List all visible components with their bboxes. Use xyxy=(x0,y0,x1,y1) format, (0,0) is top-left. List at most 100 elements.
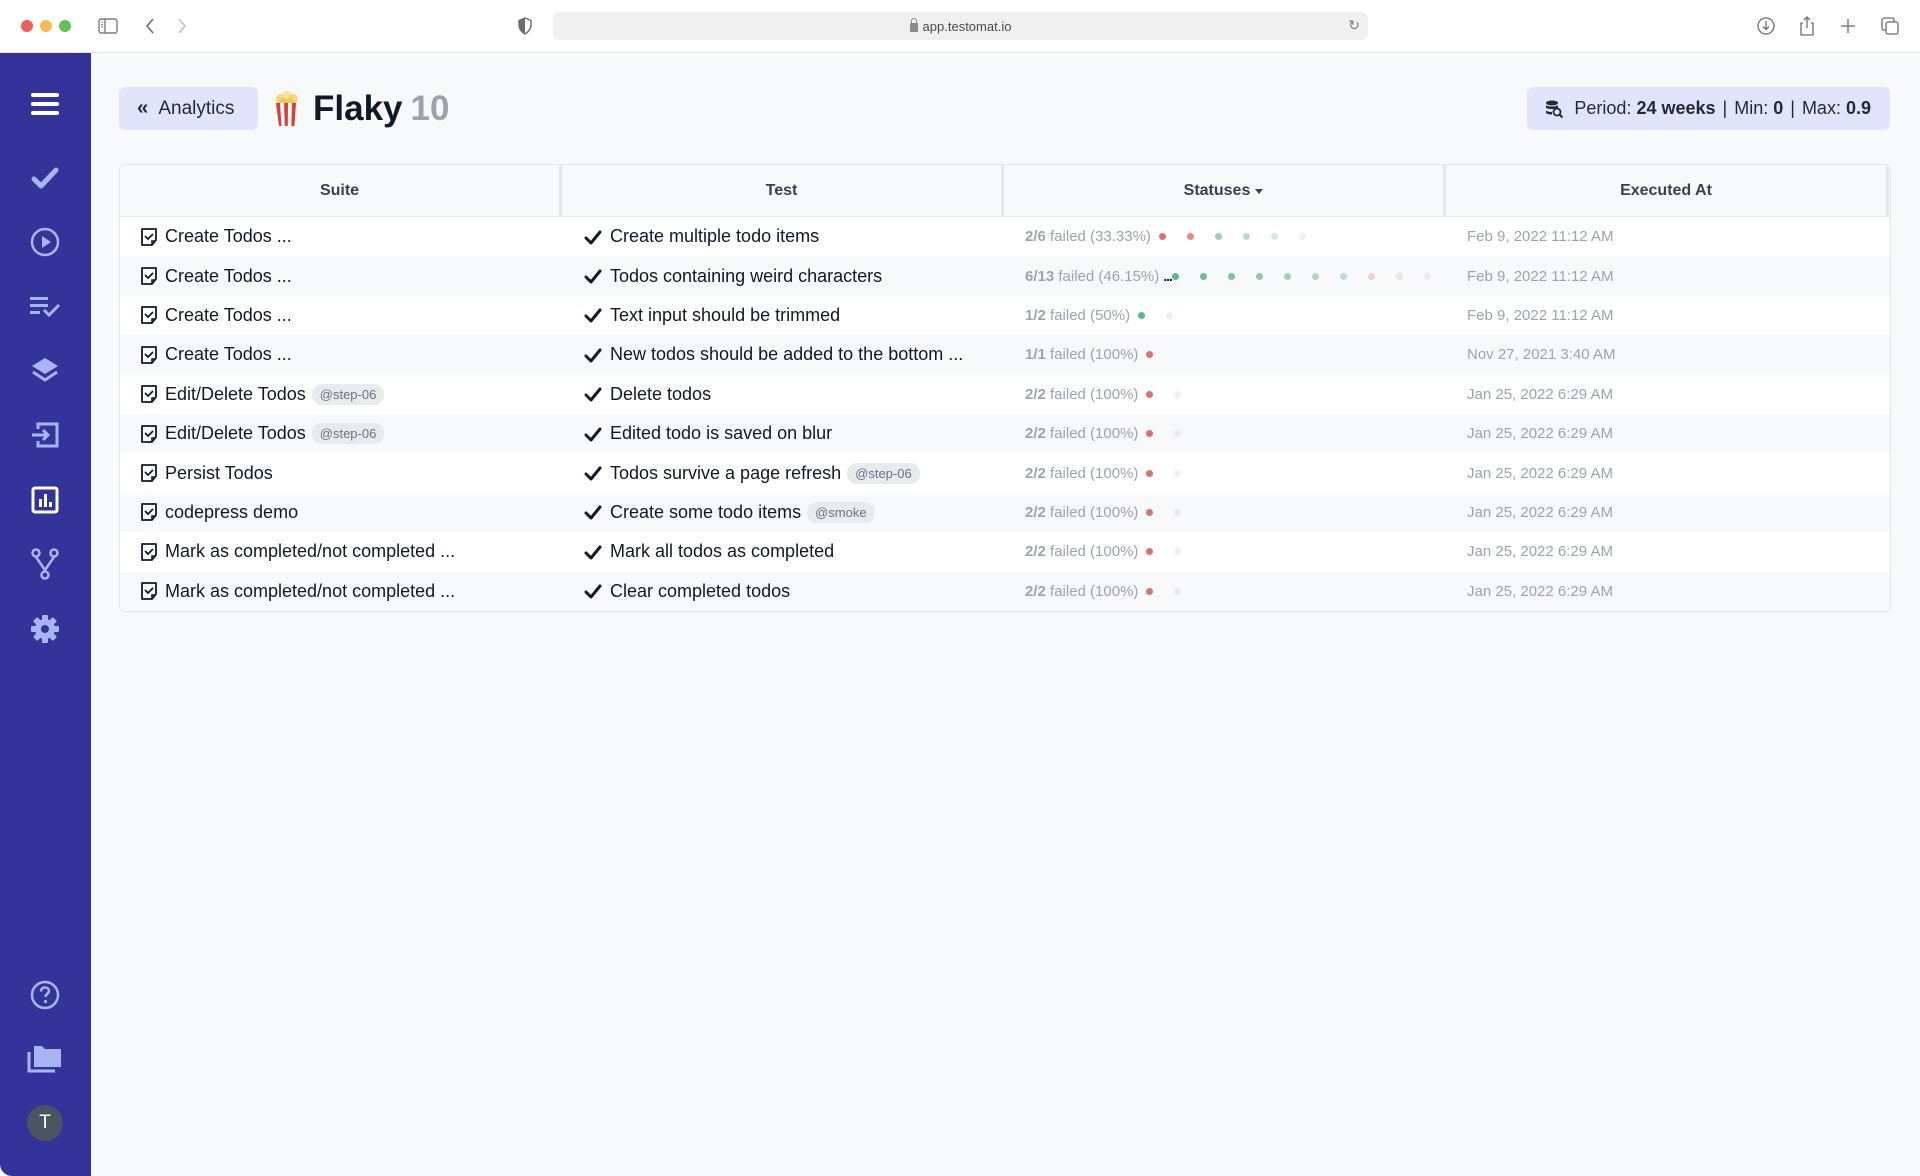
status-dot-failed[interactable] xyxy=(1146,351,1154,359)
sidebar-item-plans[interactable] xyxy=(24,285,66,327)
share-icon[interactable] xyxy=(1798,14,1816,38)
suite-cell[interactable]: Mark as completed/not completed ... xyxy=(120,581,562,602)
status-dot-passed[interactable] xyxy=(1227,272,1235,280)
forward-nav-icon[interactable] xyxy=(176,14,188,38)
tag-badge[interactable]: @step-06 xyxy=(311,383,385,405)
sidebar-item-steps[interactable] xyxy=(24,349,66,391)
address-bar[interactable]: app.testomat.io ↻ xyxy=(553,12,1368,40)
test-cell[interactable]: Create some todo items @smoke xyxy=(562,501,1004,523)
sidebar-item-runs[interactable] xyxy=(24,221,66,263)
table-row[interactable]: Create Todos ... Create multiple todo ite… xyxy=(120,217,1890,256)
minimize-window-button[interactable] xyxy=(40,20,52,32)
tag-badge[interactable]: @step-06 xyxy=(311,423,385,445)
table-row[interactable]: Create Todos ... Todos containing weird c… xyxy=(120,256,1890,296)
table-row[interactable]: Persist Todos Todos survive a page refres… xyxy=(120,453,1890,492)
column-header-statuses[interactable]: Statuses xyxy=(1004,165,1446,216)
table-row[interactable]: Create Todos ... New todos should be adde… xyxy=(120,335,1890,375)
min-value: 0 xyxy=(1773,98,1784,118)
table-row[interactable]: Create Todos ... Text input should be tri… xyxy=(120,296,1890,335)
status-dot-passed[interactable] xyxy=(1283,272,1291,280)
downloads-icon[interactable] xyxy=(1756,14,1776,38)
column-header-suite[interactable]: Suite xyxy=(120,165,562,216)
test-cell[interactable]: Text input should be trimmed xyxy=(562,305,1004,326)
status-dot-failed[interactable] xyxy=(1146,469,1154,477)
failed-rate: failed (100%) xyxy=(1050,464,1139,482)
status-dot-failed[interactable] xyxy=(1423,272,1431,280)
status-dot-failed[interactable] xyxy=(1174,390,1182,398)
status-dot-failed[interactable] xyxy=(1146,548,1154,556)
sidebar-item-settings[interactable] xyxy=(24,608,66,650)
suite-cell[interactable]: Create Todos ... xyxy=(120,344,562,365)
column-header-test[interactable]: Test xyxy=(562,165,1004,216)
sidebar-item-branches[interactable] xyxy=(24,543,66,585)
tab-overview-icon[interactable] xyxy=(1880,14,1900,38)
back-to-analytics-button[interactable]: ‹‹ Analytics xyxy=(119,87,258,130)
tag-badge[interactable]: @step-06 xyxy=(847,462,920,484)
status-dot-failed[interactable] xyxy=(1174,508,1182,516)
status-dot-failed[interactable] xyxy=(1174,548,1182,556)
maximize-window-button[interactable] xyxy=(59,20,71,32)
status-dot-failed[interactable] xyxy=(1367,272,1375,280)
test-cell[interactable]: Delete todos xyxy=(562,384,1004,405)
sidebar-item-projects[interactable] xyxy=(24,1038,66,1080)
test-cell[interactable]: Todos containing weird characters xyxy=(562,266,1004,287)
suite-cell[interactable]: Edit/Delete Todos @step-06 xyxy=(120,383,562,405)
suite-cell[interactable]: Mark as completed/not completed ... xyxy=(120,541,562,562)
status-dot-failed[interactable] xyxy=(1186,233,1194,241)
status-dot-failed[interactable] xyxy=(1158,233,1166,241)
status-dot-failed[interactable] xyxy=(1174,469,1182,477)
privacy-shield-icon[interactable] xyxy=(518,14,532,38)
status-dot-failed[interactable] xyxy=(1146,430,1154,438)
suite-cell[interactable]: Edit/Delete Todos @step-06 xyxy=(120,423,562,445)
test-cell[interactable]: Clear completed todos xyxy=(562,581,1004,602)
suite-cell[interactable]: Persist Todos xyxy=(120,463,562,484)
sidebar-item-help[interactable] xyxy=(24,974,66,1016)
sidebar-toggle-icon[interactable] xyxy=(98,14,118,38)
sidebar-item-imports[interactable] xyxy=(24,414,66,456)
status-dot-passed[interactable] xyxy=(1214,233,1222,241)
status-dot-passed[interactable] xyxy=(1199,272,1207,280)
failed-rate: failed (100%) xyxy=(1050,346,1139,364)
status-dot-passed[interactable] xyxy=(1255,272,1263,280)
column-header-executed-at[interactable]: Executed At xyxy=(1446,165,1889,216)
reload-icon[interactable]: ↻ xyxy=(1348,17,1360,34)
status-dot-failed[interactable] xyxy=(1174,587,1182,595)
status-dot-passed[interactable] xyxy=(1339,272,1347,280)
status-dot-passed[interactable] xyxy=(1138,311,1146,319)
status-dot-failed[interactable] xyxy=(1146,587,1154,595)
status-dot-passed[interactable] xyxy=(1298,233,1306,241)
table-row[interactable]: Mark as completed/not completed ... Clear… xyxy=(120,571,1890,611)
table-row[interactable]: Edit/Delete Todos @step-06 Delete todos 2/2… xyxy=(120,375,1890,414)
suite-cell[interactable]: codepress demo xyxy=(120,502,562,523)
status-dot-passed[interactable] xyxy=(1270,233,1278,241)
table-row[interactable]: Edit/Delete Todos @step-06 Edited todo is … xyxy=(120,413,1890,454)
suite-cell[interactable]: Create Todos ... xyxy=(120,305,562,326)
table-row[interactable]: Mark as completed/not completed ... Mark … xyxy=(120,532,1890,571)
period-filter[interactable]: Period: 24 weeks | Min: 0 | Max: 0.9 xyxy=(1527,87,1890,130)
status-dot-failed[interactable] xyxy=(1146,508,1154,516)
test-name: Mark all todos as completed xyxy=(610,541,835,562)
test-cell[interactable]: Create multiple todo items xyxy=(562,226,1004,247)
status-dot-passed[interactable] xyxy=(1242,233,1250,241)
status-dot-failed[interactable] xyxy=(1166,311,1174,319)
tag-badge[interactable]: @smoke xyxy=(807,501,875,523)
status-dot-failed[interactable] xyxy=(1395,272,1403,280)
table-row[interactable]: codepress demo Create some todo items @smo… xyxy=(120,492,1890,533)
test-cell[interactable]: Mark all todos as completed xyxy=(562,541,1004,562)
sidebar-item-analytics[interactable] xyxy=(24,479,66,521)
sidebar-item-tests[interactable] xyxy=(24,157,66,199)
suite-cell[interactable]: Create Todos ... xyxy=(120,226,562,247)
status-dot-passed[interactable] xyxy=(1171,272,1179,280)
back-nav-icon[interactable] xyxy=(144,14,156,38)
suite-cell[interactable]: Create Todos ... xyxy=(120,266,562,287)
test-cell[interactable]: Todos survive a page refresh @step-06 xyxy=(562,462,1004,484)
test-cell[interactable]: Edited todo is saved on blur xyxy=(562,423,1004,444)
status-dot-passed[interactable] xyxy=(1311,272,1319,280)
user-avatar[interactable]: T xyxy=(27,1105,63,1141)
test-cell[interactable]: New todos should be added to the bottom … xyxy=(562,344,1004,365)
hamburger-menu-icon[interactable] xyxy=(24,83,66,125)
status-dot-failed[interactable] xyxy=(1146,390,1154,398)
new-tab-icon[interactable] xyxy=(1840,14,1856,38)
status-dot-failed[interactable] xyxy=(1174,430,1182,438)
close-window-button[interactable] xyxy=(21,20,33,32)
